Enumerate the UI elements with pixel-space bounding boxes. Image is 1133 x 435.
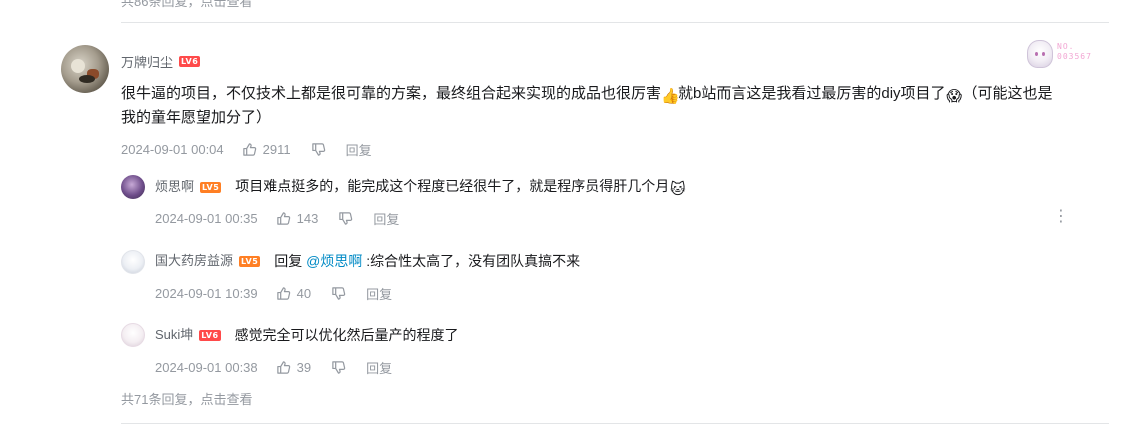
like-button[interactable]: 40 [276,286,311,301]
level-badge: LV5 [239,255,261,267]
reply-button[interactable]: 回复 [366,358,392,377]
reply-username[interactable]: Suki坤 [155,325,193,345]
level-badge: LV6 [179,56,201,67]
reply-item: 国大药房益源 LV5 回复 @烦思啊 :综合性太高了，没有团队真搞不来 [155,251,580,271]
reply-item: 烦思啊 LV5 项目难点挺多的，能完成这个程度已经很牛了，就是程序员得肝几个月🐱 [155,176,686,198]
reply-meta: 2024-09-01 00:38 39 回复 [155,358,392,377]
thumb-down-icon [339,212,353,225]
reply-meta: 2024-09-01 10:39 40 回复 [155,284,392,303]
reply-text: 感觉完全可以优化然后量产的程度了 [234,327,459,343]
divider [121,22,1109,23]
like-button[interactable]: 39 [276,360,311,375]
reply-username[interactable]: 烦思啊 [155,177,194,197]
thumb-down-icon [311,143,325,156]
shocked-emoji-icon: 😱 [946,88,962,105]
comment-text: 很牛逼的项目，不仅技术上都是很可靠的方案，最终组合起来实现的成品也很厉害👍就b站… [121,82,1061,130]
reply-meta: 2024-09-01 00:35 143 回复 [155,209,399,228]
reply-text-body: :综合性太高了，没有团队真搞不来 [362,253,581,269]
reply-button[interactable]: 回复 [346,140,372,159]
avatar[interactable] [121,175,145,199]
reply-time: 2024-09-01 00:35 [155,211,258,226]
like-count: 40 [296,286,312,301]
reply-time: 2024-09-01 00:38 [155,360,258,375]
comment-time: 2024-09-01 00:04 [121,142,224,157]
comment-text-part: 很牛逼的项目，不仅技术上都是很可靠的方案，最终组合起来实现的成品也很厉害 [121,85,662,102]
like-count: 39 [296,360,312,375]
total-replies: 共71条回复，点击查看 [121,389,252,408]
dislike-button[interactable] [311,142,326,157]
thumbs-up-emoji-icon: 👍 [661,88,680,105]
thumb-up-icon [242,143,256,156]
thumb-up-icon [276,212,290,225]
comment-meta: 2024-09-01 00:04 2911 回复 [121,140,372,159]
comment-header: 万牌归尘 LV6 [121,52,201,71]
view-more-link[interactable]: 点击查看 [200,392,252,407]
reply-text: 项目难点挺多的，能完成这个程度已经很牛了，就是程序员得肝几个月🐱 [235,176,686,198]
reply-button[interactable]: 回复 [366,284,392,303]
thumb-down-icon [332,287,346,300]
like-count: 143 [296,211,319,226]
divider [121,423,1109,424]
comment-text-part: 就b站而言这是我看过最厉害的diy项目了 [678,85,946,102]
like-count: 2911 [262,142,291,157]
nameplate-number: NO. 003567 [1057,42,1092,61]
username[interactable]: 万牌归尘 [121,52,173,71]
avatar[interactable] [121,323,145,347]
more-options-icon[interactable]: ⋮ [1053,209,1069,225]
mention-link[interactable]: @烦思啊 [306,253,362,269]
cat-emoji-icon: 🐱 [669,181,686,198]
reply-time: 2024-09-01 10:39 [155,286,258,301]
level-badge: LV5 [200,181,222,193]
level-badge: LV6 [199,329,221,341]
like-button[interactable]: 2911 [242,142,291,157]
reply-button[interactable]: 回复 [373,209,399,228]
thumb-up-icon [276,287,290,300]
reply-username[interactable]: 国大药房益源 [155,251,233,271]
reply-prefix: 回复 [274,253,307,269]
avatar[interactable] [121,250,145,274]
reply-text-body: 项目难点挺多的，能完成这个程度已经很牛了，就是程序员得肝几个月 [235,178,670,194]
nameplate-fan-icon[interactable]: NO. 003567 [1027,40,1103,68]
total-replies-count: 共71条回复， [121,392,201,407]
avatar[interactable] [61,45,109,93]
reply-item: Suki坤 LV6 感觉完全可以优化然后量产的程度了 [155,325,459,345]
dislike-button[interactable] [331,360,346,375]
thumb-up-icon [276,361,290,374]
previous-reply-summary[interactable]: 共86条回复，点击查看 [121,0,252,10]
like-button[interactable]: 143 [276,211,319,226]
thumb-down-icon [332,361,346,374]
reply-text: 回复 @烦思啊 :综合性太高了，没有团队真搞不来 [274,251,580,271]
dislike-button[interactable] [338,211,353,226]
dislike-button[interactable] [331,286,346,301]
